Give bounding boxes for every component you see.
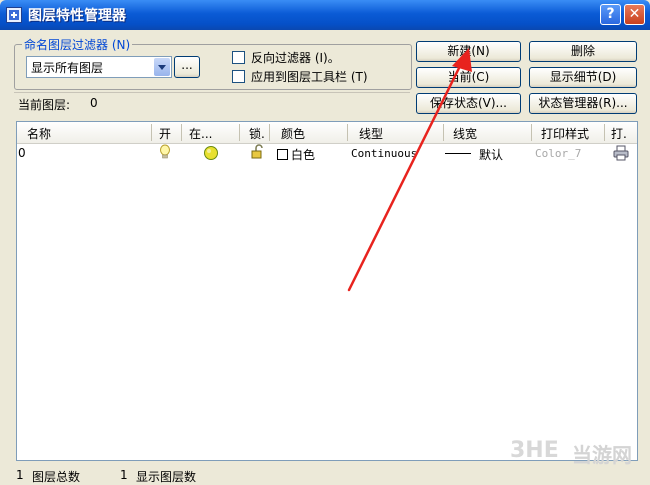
total-layers-label: 图层总数 [32, 470, 81, 484]
apply-toolbar-checkbox[interactable] [232, 70, 245, 83]
show-details-button[interactable]: 显示细节(D) [529, 67, 637, 88]
layer-lineweight[interactable]: 默认 [479, 146, 503, 163]
layer-list[interactable]: 名称 开 在... 锁. 颜色 线型 线宽 打印样式 打. 0 白色 Conti… [16, 121, 638, 461]
column-header-plot-style[interactable]: 打印样式 [541, 125, 589, 142]
window-title: 图层特性管理器 [28, 8, 126, 24]
filter-browse-button[interactable]: ... [174, 56, 200, 78]
column-header-linetype[interactable]: 线型 [359, 125, 383, 142]
column-header-name[interactable]: 名称 [27, 125, 51, 142]
layer-plot-style: Color_7 [535, 147, 582, 160]
chevron-down-icon[interactable] [154, 58, 170, 76]
invert-filter-label: 反向过滤器 (I)。 [251, 51, 340, 65]
site-watermark: 3HE 当游网 [510, 435, 640, 467]
color-swatch[interactable] [277, 149, 288, 160]
apply-toolbar-label: 应用到图层工具栏 (T) [251, 70, 368, 84]
title-bar: 图层特性管理器 ? ✕ [0, 0, 650, 30]
filter-select[interactable]: 显示所有图层 [26, 56, 172, 78]
layer-manager-icon [6, 7, 22, 23]
lightbulb-icon[interactable] [159, 144, 171, 163]
layer-name: 0 [18, 146, 26, 160]
column-header-lock[interactable]: 锁. [249, 125, 265, 142]
set-current-button[interactable]: 当前(C) [416, 67, 521, 88]
svg-text:3HE: 3HE [510, 438, 559, 463]
filter-select-value: 显示所有图层 [31, 61, 104, 75]
column-header-freeze[interactable]: 在... [189, 125, 212, 142]
save-state-button[interactable]: 保存状态(V)... [416, 93, 521, 114]
lineweight-line [445, 153, 471, 154]
current-layer-value: 0 [90, 96, 98, 110]
column-header-plot[interactable]: 打. [611, 125, 627, 142]
state-manager-button[interactable]: 状态管理器(R)... [529, 93, 637, 114]
help-button[interactable]: ? [600, 4, 621, 25]
status-bar: 1 图层总数 1 显示图层数 [14, 466, 634, 484]
close-button[interactable]: ✕ [624, 4, 645, 25]
total-layers-count: 1 [16, 468, 24, 482]
sun-icon[interactable] [203, 145, 219, 164]
shown-layers-count: 1 [120, 468, 128, 482]
invert-filter-checkbox[interactable] [232, 51, 245, 64]
new-layer-button[interactable]: 新建(N) [416, 41, 521, 62]
unlock-icon[interactable] [250, 144, 266, 163]
layer-color[interactable]: 白色 [291, 146, 315, 163]
site-logo-icon: 3HE [510, 438, 559, 463]
layer-linetype[interactable]: Continuous [351, 147, 417, 160]
column-header-on[interactable]: 开 [159, 125, 171, 142]
watermark-text: 当游网 [572, 443, 632, 467]
shown-layers-label: 显示图层数 [136, 470, 197, 484]
printer-icon[interactable] [613, 145, 629, 164]
current-layer-label: 当前图层: [18, 98, 71, 112]
delete-layer-button[interactable]: 删除 [529, 41, 637, 62]
filter-group-legend: 命名图层过滤器 (N) [22, 36, 133, 53]
column-header-color[interactable]: 颜色 [281, 125, 305, 142]
layer-list-header: 名称 开 在... 锁. 颜色 线型 线宽 打印样式 打. [17, 122, 637, 144]
table-row[interactable]: 0 白色 Continuous 默认 Color_7 [17, 144, 637, 162]
current-layer-bar: 当前图层: 0 [14, 92, 410, 113]
column-header-lineweight[interactable]: 线宽 [453, 125, 477, 142]
